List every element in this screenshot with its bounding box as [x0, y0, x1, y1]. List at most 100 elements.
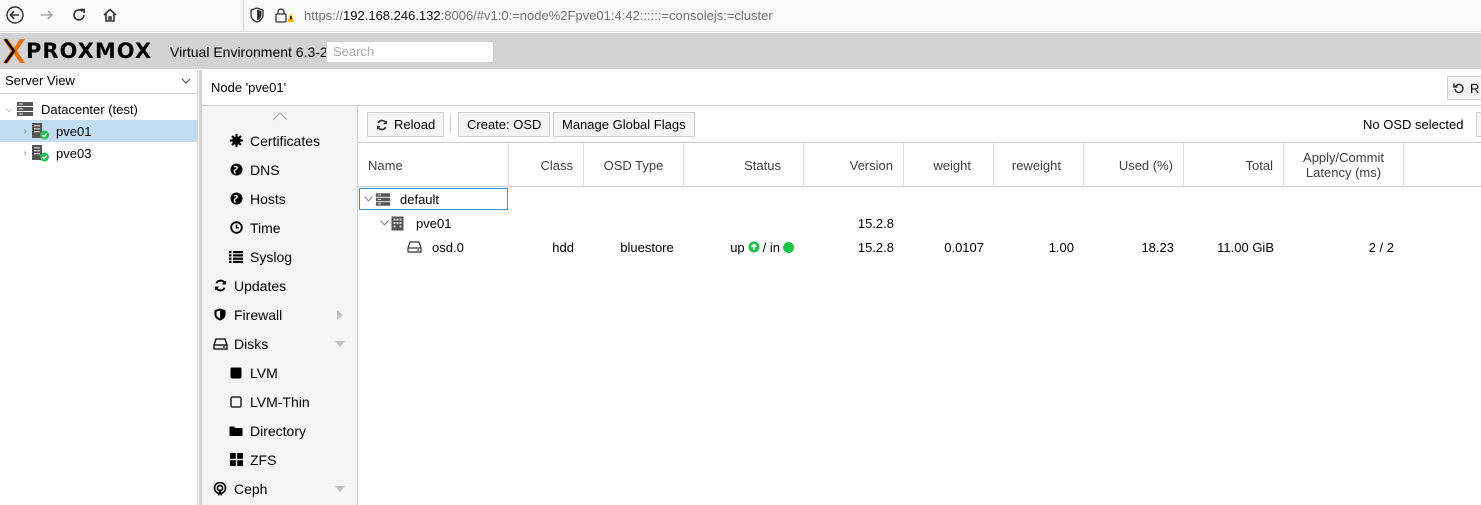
- menu-item-label: LVM: [250, 364, 278, 381]
- button-label: Reload: [394, 117, 436, 132]
- menu-item-label: LVM-Thin: [250, 393, 310, 410]
- reload-button[interactable]: Reload: [367, 112, 445, 137]
- cell-status: up / in: [684, 235, 794, 259]
- column-header-used[interactable]: Used (%): [1084, 143, 1184, 187]
- menu-item-syslog[interactable]: Syslog: [202, 242, 357, 271]
- browser-toolbar: https://192.168.246.132:8006/#v1:0:=node…: [0, 0, 1481, 32]
- product-version: Virtual Environment 6.3-2: [170, 44, 328, 60]
- column-header-version[interactable]: Version: [804, 143, 904, 187]
- tree-item-pve03[interactable]: › pve03: [0, 142, 197, 164]
- cell-weight: 0.0107: [944, 239, 984, 255]
- osd-panel: Reload Create: OSD Manage Global Flags N…: [358, 106, 1481, 505]
- toolbar-overflow-button[interactable]: [1476, 112, 1481, 137]
- menu-item-lvm-thin[interactable]: LVM-Thin: [202, 387, 357, 416]
- reboot-button[interactable]: R: [1447, 76, 1481, 100]
- view-label: Server View: [5, 73, 75, 88]
- row-name: default: [400, 191, 440, 207]
- chevron-up-icon: [272, 112, 287, 121]
- tree-item-label: Datacenter (test): [41, 101, 138, 117]
- column-header-status[interactable]: Status: [684, 143, 804, 187]
- back-button[interactable]: [0, 0, 30, 30]
- menu-item-firewall[interactable]: Firewall: [202, 300, 357, 329]
- button-label: R: [1470, 80, 1480, 96]
- view-selector[interactable]: Server View: [0, 70, 197, 94]
- cell-used: 18.23: [1141, 239, 1174, 255]
- cell-latency: 2 / 2: [1368, 239, 1394, 255]
- grid-header: Name Class OSD Type Status Version weigh…: [358, 143, 1481, 187]
- server-stack-icon: [17, 102, 33, 116]
- menu-item-label: Ceph: [234, 480, 268, 497]
- chevron-down-icon: [181, 78, 191, 84]
- menu-item-label: Disks: [234, 335, 269, 352]
- hdd-icon: [212, 336, 228, 352]
- create-osd-button[interactable]: Create: OSD: [458, 112, 551, 137]
- address-bar[interactable]: https://192.168.246.132:8006/#v1:0:=node…: [243, 0, 1481, 32]
- column-header-label: Class: [540, 157, 573, 173]
- column-header-total[interactable]: Total: [1184, 143, 1284, 187]
- chevron-down-icon: [335, 341, 345, 347]
- menu-item-zfs[interactable]: ZFS: [202, 445, 357, 474]
- column-header-weight[interactable]: weight: [904, 143, 994, 187]
- refresh-icon: [212, 278, 228, 294]
- node-menu: Certificates DNS Hosts Time Syslog Updat…: [202, 106, 358, 505]
- search-input[interactable]: Search: [326, 41, 494, 63]
- expander-icon[interactable]: ›: [20, 148, 30, 159]
- cell-version: 15.2.8: [857, 215, 894, 231]
- expander-icon[interactable]: ⌵: [4, 104, 14, 115]
- expander-icon[interactable]: ›: [20, 126, 30, 137]
- column-header-label: weight: [933, 157, 971, 173]
- chevron-right-icon: [337, 310, 343, 320]
- menu-item-lvm[interactable]: LVM: [202, 358, 357, 387]
- menu-item-dns[interactable]: DNS: [202, 155, 357, 184]
- expander-icon[interactable]: [380, 211, 389, 235]
- column-header-class[interactable]: Class: [509, 143, 584, 187]
- menu-item-label: Firewall: [234, 306, 283, 323]
- selection-status: No OSD selected: [1363, 117, 1464, 132]
- menu-item-updates[interactable]: Updates: [202, 271, 357, 300]
- menu-item-hosts[interactable]: Hosts: [202, 184, 357, 213]
- button-label: Manage Global Flags: [562, 117, 686, 132]
- hdd-icon: [407, 235, 422, 259]
- ceph-icon: [212, 481, 228, 497]
- url-path: :8006/#v1:0:=node%2Fpve01:4:42::::::=con…: [440, 8, 773, 23]
- manage-global-flags-button[interactable]: Manage Global Flags: [553, 112, 695, 137]
- tree-row-root[interactable]: default: [358, 187, 1481, 211]
- reload-page-button[interactable]: [64, 0, 94, 30]
- home-button[interactable]: [95, 0, 125, 30]
- tree-row-osd[interactable]: osd.0 hdd bluestore up / in 15.2.8 0.010…: [358, 235, 1481, 259]
- node-online-icon: [32, 123, 49, 140]
- menu-item-time[interactable]: Time: [202, 213, 357, 242]
- menu-item-disks[interactable]: Disks: [202, 329, 357, 358]
- folder-icon: [228, 423, 244, 439]
- menu-item-label: Directory: [250, 422, 307, 439]
- clock-icon: [228, 220, 244, 236]
- building-icon: [391, 211, 404, 235]
- menu-item-ceph[interactable]: Ceph: [202, 474, 357, 503]
- tree-item-datacenter[interactable]: ⌵ Datacenter (test): [0, 98, 197, 120]
- expander-icon[interactable]: [364, 187, 373, 211]
- menu-item-label: Time: [250, 219, 281, 236]
- menu-scroll-up[interactable]: [202, 106, 357, 126]
- column-header-osd-type[interactable]: OSD Type: [584, 143, 684, 187]
- menu-item-label: Certificates: [250, 132, 321, 149]
- column-header-reweight[interactable]: reweight: [994, 143, 1084, 187]
- cell-total: 11.00 GiB: [1217, 239, 1274, 255]
- osd-toolbar: Reload Create: OSD Manage Global Flags N…: [358, 106, 1481, 143]
- home-icon: [103, 8, 117, 22]
- globe-icon: [228, 191, 244, 207]
- menu-item-label: Syslog: [250, 248, 293, 265]
- column-header-latency[interactable]: Apply/Commit Latency (ms): [1284, 143, 1404, 187]
- server-stack-icon: [375, 187, 391, 211]
- row-name: pve01: [416, 215, 452, 231]
- forward-button[interactable]: [32, 0, 62, 30]
- chevron-down-icon: [335, 486, 345, 492]
- menu-item-label: ZFS: [250, 451, 277, 468]
- globe-icon: [228, 162, 244, 178]
- tree-item-pve01[interactable]: › pve01: [0, 120, 197, 142]
- menu-item-directory[interactable]: Directory: [202, 416, 357, 445]
- menu-item-certificates[interactable]: Certificates: [202, 126, 357, 155]
- cell-reweight: 1.00: [1048, 239, 1074, 255]
- column-header-label: Version: [849, 157, 893, 173]
- column-header-name[interactable]: Name: [358, 143, 509, 187]
- tree-row-host[interactable]: pve01 15.2.8: [358, 211, 1481, 235]
